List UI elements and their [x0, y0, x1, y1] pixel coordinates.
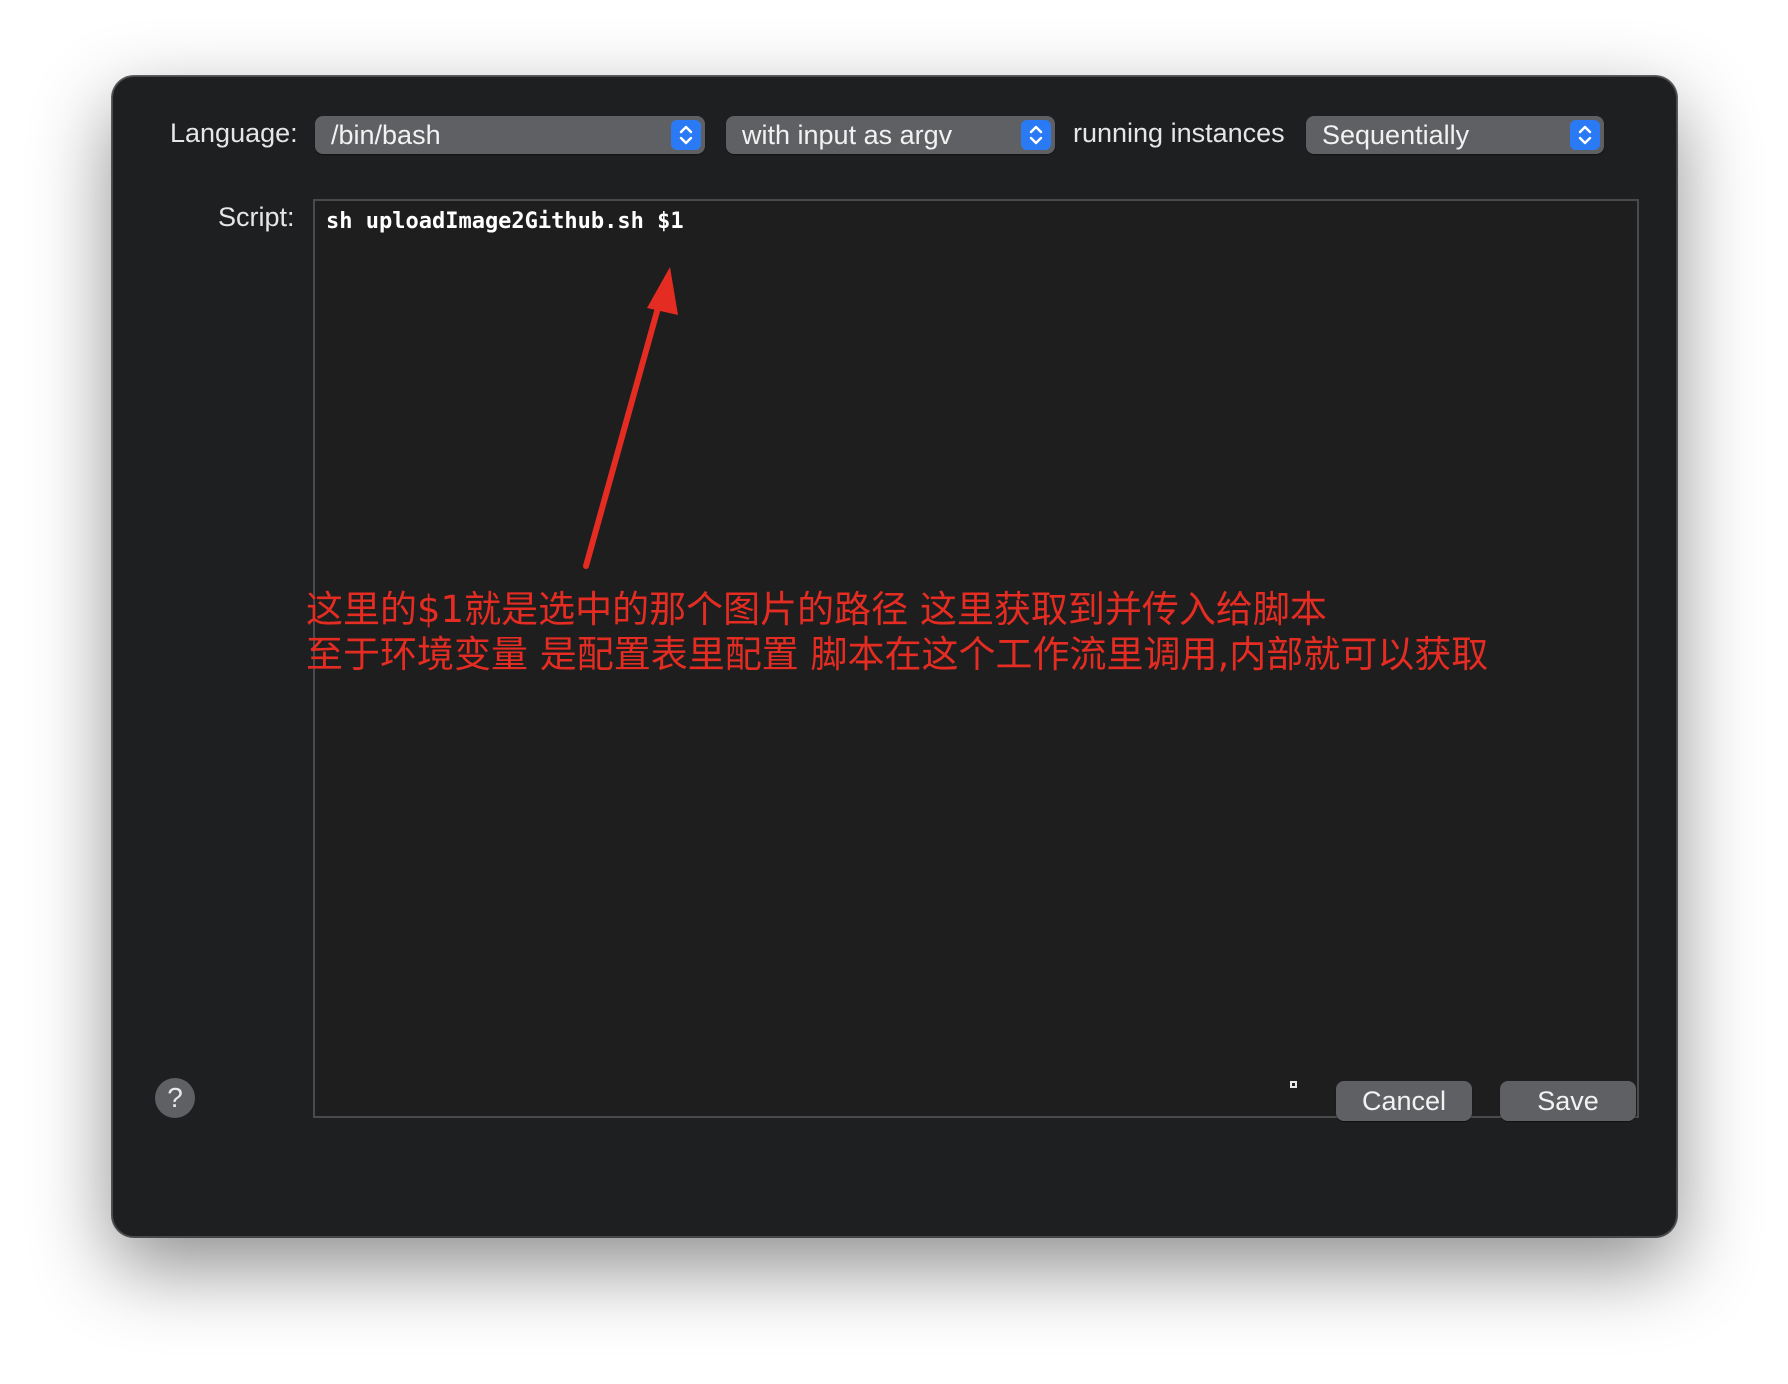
chevron-up-down-icon: [1021, 120, 1051, 150]
script-label: Script:: [218, 202, 295, 232]
script-dialog: Language: /bin/bash with input as argv r…: [112, 76, 1677, 1237]
language-popup[interactable]: /bin/bash: [315, 116, 705, 154]
language-label: Language:: [170, 118, 298, 148]
save-button[interactable]: Save: [1500, 1081, 1636, 1121]
chevron-up-down-icon: [1570, 120, 1600, 150]
help-button[interactable]: ?: [155, 1078, 195, 1118]
instances-value: Sequentially: [1322, 120, 1470, 150]
cancel-button[interactable]: Cancel: [1336, 1081, 1472, 1121]
resize-indicator: [1290, 1081, 1297, 1088]
instances-popup[interactable]: Sequentially: [1306, 116, 1604, 154]
language-value: /bin/bash: [331, 120, 441, 150]
chevron-up-down-icon: [671, 120, 701, 150]
input-mode-value: with input as argv: [742, 120, 953, 150]
script-content: sh uploadImage2Github.sh $1: [326, 209, 684, 234]
annotation-line-2: 至于环境变量 是配置表里配置 脚本在这个工作流里调用,内部就可以获取: [306, 633, 1489, 676]
input-mode-popup[interactable]: with input as argv: [726, 116, 1055, 154]
help-icon: ?: [167, 1082, 183, 1113]
running-instances-label: running instances: [1073, 118, 1285, 148]
